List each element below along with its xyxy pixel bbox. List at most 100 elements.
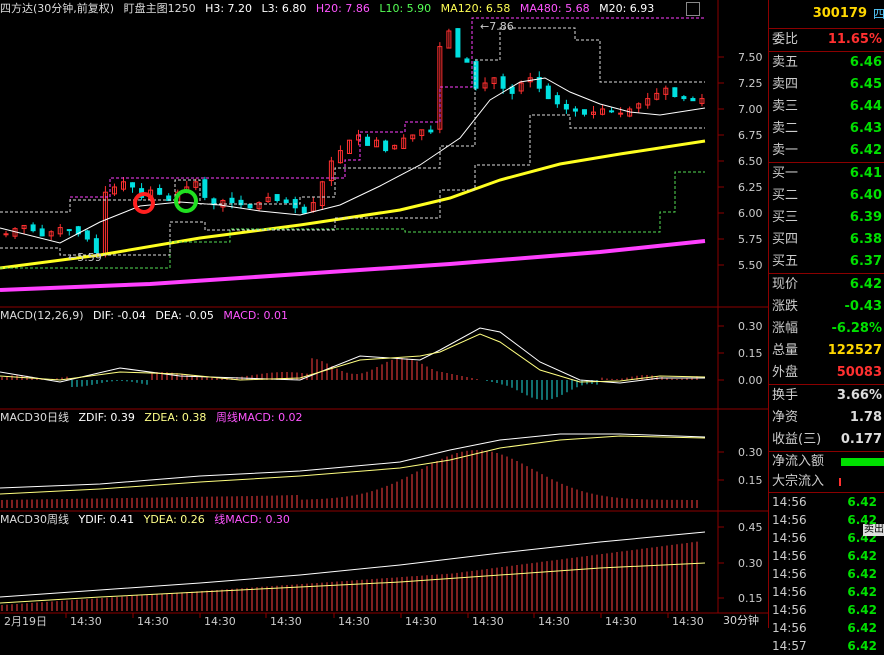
candle-body	[301, 206, 307, 214]
tick-price: 6.42	[847, 621, 877, 635]
candle-body	[681, 96, 687, 100]
candle-body	[618, 112, 624, 115]
net-inflow-label: 净流入额	[772, 454, 825, 469]
macd30w-ydea: YDEA: 0.26	[143, 513, 205, 526]
bids-label: 买三	[772, 210, 799, 225]
low-annotation: ←5.59	[68, 251, 102, 264]
bids-label: 买五	[772, 254, 799, 269]
tick-price: 6.42	[847, 567, 877, 581]
bids-value: 6.38	[849, 232, 882, 247]
bids-label: 买一	[772, 166, 799, 181]
big-inflow-row: 大宗流入	[769, 472, 884, 492]
stats-value: 50083	[836, 365, 882, 380]
asks-value: 6.46	[849, 55, 882, 70]
macd30d-dif-line	[0, 433, 706, 489]
asks-label: 卖二	[772, 121, 799, 136]
bids-row: 买五 6.37	[769, 251, 884, 273]
asks-row: 卖三 6.44	[769, 96, 884, 118]
macd-axis-label: 0.30	[738, 320, 763, 333]
bids-value: 6.39	[849, 210, 882, 225]
candle-body	[229, 197, 235, 204]
price-axis-label: 7.25	[738, 77, 763, 90]
tick-time: 14:57	[772, 639, 807, 653]
asks-label: 卖三	[772, 99, 799, 114]
tick-time: 14:56	[772, 495, 807, 509]
macd30w-name[interactable]: MACD30周线	[0, 513, 69, 526]
price-axis-label: 5.50	[738, 259, 763, 272]
macd-dea: DEA: -0.05	[155, 309, 214, 322]
stats-label: 总量	[772, 343, 799, 358]
macd30w-axis-label: 0.45	[738, 521, 763, 534]
candle-body	[428, 129, 434, 133]
asks-value: 6.42	[849, 143, 882, 158]
tick-row: 14:56 6.42	[769, 493, 884, 511]
axis-ticks	[65, 56, 724, 618]
macd-name[interactable]: MACD(12,26,9)	[0, 309, 84, 322]
bids-row: 买一 6.41	[769, 163, 884, 185]
weibi-value: 11.65%	[827, 32, 882, 47]
bids-row: 买四 6.38	[769, 229, 884, 251]
main-indicator-header: 四方达(30分钟,前复权) 盯盘主图1250 H3: 7.20 L3: 6.80…	[0, 1, 660, 17]
stock-code[interactable]: 300179	[813, 0, 867, 28]
tick-time: 14:56	[772, 621, 807, 635]
chart-area[interactable]: 7.50 7.25 7.00 6.75 6.50 6.25 6.00 5.75 5.50 0.30…	[0, 0, 768, 628]
candle-body	[157, 188, 163, 195]
indicator-name[interactable]: 盯盘主图1250	[124, 2, 196, 15]
stats-value: 6.42	[849, 277, 882, 292]
l3-value: L3: 6.80	[261, 2, 307, 15]
time-axis-label: 14:30	[538, 615, 570, 628]
green-marker-circle	[174, 189, 198, 213]
candle-body	[563, 103, 569, 110]
weibi-row: 委比 11.65%	[769, 29, 884, 51]
asks-label: 卖四	[772, 77, 799, 92]
stats-value: -0.43	[844, 299, 882, 314]
stats-row: 现价 6.42	[769, 274, 884, 296]
period-selector[interactable]: 30分钟	[723, 614, 759, 628]
side-tag: 卖出	[863, 524, 884, 536]
candle-body	[283, 199, 289, 204]
asks-row: 卖二 6.43	[769, 118, 884, 140]
macd30d-zdea: ZDEA: 0.38	[144, 411, 207, 424]
stats2-list: 换手 3.66% 净资 1.78 收益(三) 0.177	[769, 385, 884, 451]
stats-value: 122527	[827, 343, 882, 358]
candle-body	[545, 85, 551, 100]
asks-row: 卖五 6.46	[769, 52, 884, 74]
macd30w-panel	[0, 531, 706, 611]
ask-list: 卖五 6.46 卖四 6.45 卖三 6.44 卖二 6.43 卖一 6.42	[769, 52, 884, 162]
bids-label: 买四	[772, 232, 799, 247]
price-axis-label: 6.50	[738, 155, 763, 168]
candle-body	[672, 87, 678, 98]
candle-body	[66, 229, 72, 232]
l10-value: L10: 5.90	[379, 2, 432, 15]
macd30d-axis-label: 0.15	[738, 474, 763, 487]
macd-value: MACD: 0.01	[223, 309, 288, 322]
candle-body	[365, 136, 371, 146]
tick-price: 6.42	[847, 603, 877, 617]
macd30d-axis-label: 0.30	[738, 446, 763, 459]
time-axis-label: 14:30	[137, 615, 169, 628]
candle-body	[572, 108, 578, 112]
big-inflow-label: 大宗流入	[772, 474, 825, 489]
stats2-label: 净资	[772, 410, 799, 425]
tick-row: 14:56 6.42	[769, 583, 884, 601]
high-annotation: ←7.86	[480, 20, 514, 33]
candle-body	[690, 98, 696, 102]
tick-time: 14:56	[772, 549, 807, 563]
tick-list: 14:56 6.42 14:56 6.42 14:56 6.42 14:56 6.42 14:5…	[769, 493, 884, 655]
net-inflow-bar	[841, 458, 884, 466]
time-axis-label: 14:30	[204, 615, 236, 628]
bids-value: 6.41	[849, 166, 882, 181]
stock-code-suffix[interactable]: 四	[873, 0, 884, 28]
asks-row: 卖四 6.45	[769, 74, 884, 96]
candle-body	[84, 230, 90, 240]
macd30d-name[interactable]: MACD30日线	[0, 411, 69, 424]
chart-title: 四方达(30分钟,前复权)	[0, 2, 115, 15]
stats-row: 涨跌 -0.43	[769, 296, 884, 318]
macd-axis-label: 0.00	[738, 374, 763, 387]
macd30d-wmacd: 周线MACD: 0.02	[215, 411, 303, 424]
macd30w-axis-label: 0.30	[738, 557, 763, 570]
quote-panel: 300179 四 委比 11.65% 卖五 6.46 卖四 6.45 卖三 6.44 卖二 6…	[768, 0, 884, 653]
price-axis-label: 7.50	[738, 51, 763, 64]
panel-toggle-button[interactable]	[686, 2, 700, 16]
tick-time: 14:56	[772, 531, 807, 545]
